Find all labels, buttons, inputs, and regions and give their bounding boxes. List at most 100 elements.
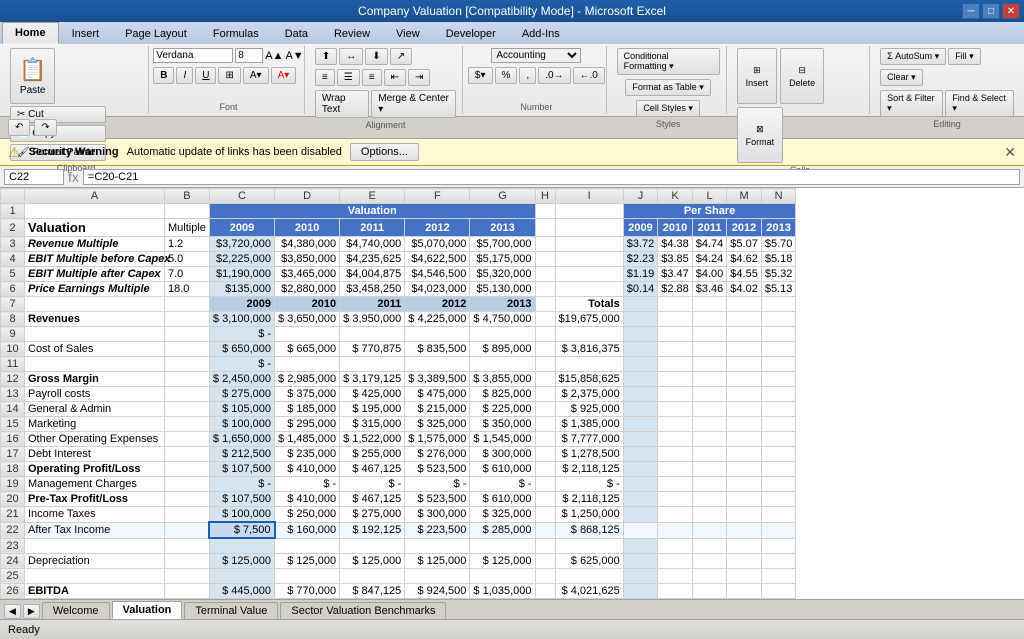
cell-G20[interactable]: $ 610,000 — [470, 492, 535, 507]
cell-C2[interactable]: 2009 — [209, 219, 274, 237]
cell-B19[interactable] — [165, 477, 210, 492]
cell-A9[interactable] — [25, 327, 165, 342]
cell-J2[interactable]: 2009 — [623, 219, 658, 237]
cell-F7[interactable]: 2012 — [405, 297, 470, 312]
tab-review[interactable]: Review — [321, 22, 383, 44]
cell-J4[interactable]: $2.23 — [623, 252, 658, 267]
cell-C24[interactable]: $ 125,000 — [209, 553, 274, 568]
cell-I26[interactable]: $ 4,021,625 — [555, 583, 623, 598]
cell-J1[interactable]: Per Share — [623, 204, 796, 219]
cell-C25[interactable] — [209, 568, 274, 583]
cell-D2[interactable]: 2010 — [275, 219, 340, 237]
cell-I8[interactable]: $19,675,000 — [555, 312, 623, 327]
cell-E16[interactable]: $ 1,522,000 — [340, 432, 405, 447]
cell-B20[interactable] — [165, 492, 210, 507]
cell-F25[interactable] — [405, 568, 470, 583]
cell-I7[interactable]: Totals — [555, 297, 623, 312]
cell-A7[interactable] — [25, 297, 165, 312]
cell-B16[interactable] — [165, 432, 210, 447]
redo-button[interactable]: ↷ — [34, 119, 56, 136]
cell-L10[interactable] — [692, 342, 727, 357]
cell-K4[interactable]: $3.85 — [658, 252, 693, 267]
align-top-button[interactable]: ⬆ — [315, 48, 337, 65]
cell-L5[interactable]: $4.00 — [692, 267, 727, 282]
cell-A8[interactable]: Revenues — [25, 312, 165, 327]
cell-E10[interactable]: $ 770,875 — [340, 342, 405, 357]
cell-H6[interactable] — [535, 282, 555, 297]
cell-I18[interactable]: $ 2,118,125 — [555, 462, 623, 477]
cell-M25[interactable] — [727, 568, 762, 583]
cell-F10[interactable]: $ 835,500 — [405, 342, 470, 357]
cell-E14[interactable]: $ 195,000 — [340, 402, 405, 417]
cell-F9[interactable] — [405, 327, 470, 342]
cell-A3[interactable]: Revenue Multiple — [25, 237, 165, 252]
cell-F18[interactable]: $ 523,500 — [405, 462, 470, 477]
cell-A1[interactable] — [25, 204, 165, 219]
increase-decimal-button[interactable]: ←.0 — [573, 67, 605, 84]
cell-D4[interactable]: $3,850,000 — [275, 252, 340, 267]
cell-C10[interactable]: $ 650,000 — [209, 342, 274, 357]
col-header-h[interactable]: H — [535, 189, 555, 204]
cell-I19[interactable]: $ - — [555, 477, 623, 492]
cell-A19[interactable]: Management Charges — [25, 477, 165, 492]
font-size-decrease[interactable]: A▼ — [285, 50, 303, 62]
cell-D7[interactable]: 2010 — [275, 297, 340, 312]
cell-K14[interactable] — [658, 402, 693, 417]
cell-M9[interactable] — [727, 327, 762, 342]
cell-G26[interactable]: $ 1,035,000 — [470, 583, 535, 598]
cell-F15[interactable]: $ 325,000 — [405, 417, 470, 432]
cell-E13[interactable]: $ 425,000 — [340, 387, 405, 402]
cell-A25[interactable] — [25, 568, 165, 583]
cell-E18[interactable]: $ 467,125 — [340, 462, 405, 477]
cell-M3[interactable]: $5.07 — [727, 237, 762, 252]
cell-E21[interactable]: $ 275,000 — [340, 507, 405, 523]
cell-A2[interactable]: Valuation — [25, 219, 165, 237]
cell-I12[interactable]: $15,858,625 — [555, 372, 623, 387]
cell-K24[interactable] — [658, 553, 693, 568]
cell-L3[interactable]: $4.74 — [692, 237, 727, 252]
close-button[interactable]: ✕ — [1002, 3, 1020, 19]
text-rotation-button[interactable]: ↗ — [390, 48, 412, 65]
tab-insert[interactable]: Insert — [59, 22, 113, 44]
cell-H10[interactable] — [535, 342, 555, 357]
cell-K16[interactable] — [658, 432, 693, 447]
cell-K18[interactable] — [658, 462, 693, 477]
cell-D16[interactable]: $ 1,485,000 — [275, 432, 340, 447]
cell-N4[interactable]: $5.18 — [761, 252, 796, 267]
cell-N23[interactable] — [761, 538, 796, 553]
cell-I20[interactable]: $ 2,118,125 — [555, 492, 623, 507]
cell-F17[interactable]: $ 276,000 — [405, 447, 470, 462]
cell-H15[interactable] — [535, 417, 555, 432]
cell-B22[interactable] — [165, 522, 210, 538]
cell-L4[interactable]: $4.24 — [692, 252, 727, 267]
cell-J8[interactable] — [623, 312, 658, 327]
cell-C18[interactable]: $ 107,500 — [209, 462, 274, 477]
cell-I14[interactable]: $ 925,000 — [555, 402, 623, 417]
cell-J25[interactable] — [623, 568, 658, 583]
cell-K5[interactable]: $3.47 — [658, 267, 693, 282]
col-header-l[interactable]: L — [692, 189, 727, 204]
undo-button[interactable]: ↶ — [8, 119, 30, 136]
col-header-m[interactable]: M — [727, 189, 762, 204]
cell-N9[interactable] — [761, 327, 796, 342]
cell-I15[interactable]: $ 1,385,000 — [555, 417, 623, 432]
cell-N5[interactable]: $5.32 — [761, 267, 796, 282]
cell-L25[interactable] — [692, 568, 727, 583]
cell-reference-input[interactable] — [4, 169, 64, 185]
cell-L26[interactable] — [692, 583, 727, 598]
cell-I17[interactable]: $ 1,278,500 — [555, 447, 623, 462]
cell-L2[interactable]: 2011 — [692, 219, 727, 237]
cell-J5[interactable]: $1.19 — [623, 267, 658, 282]
cell-H8[interactable] — [535, 312, 555, 327]
cell-I22[interactable]: $ 868,125 — [555, 522, 623, 538]
cell-D8[interactable]: $ 3,650,000 — [275, 312, 340, 327]
cell-H25[interactable] — [535, 568, 555, 583]
merge-center-button[interactable]: Merge & Center ▾ — [371, 90, 456, 118]
cell-K25[interactable] — [658, 568, 693, 583]
cell-J13[interactable] — [623, 387, 658, 402]
cell-C1[interactable]: Valuation — [209, 204, 535, 219]
cell-I24[interactable]: $ 625,000 — [555, 553, 623, 568]
paste-button[interactable]: 📋 Paste — [10, 48, 55, 104]
cell-M20[interactable] — [727, 492, 762, 507]
fill-color-button[interactable]: A▾ — [243, 67, 269, 84]
